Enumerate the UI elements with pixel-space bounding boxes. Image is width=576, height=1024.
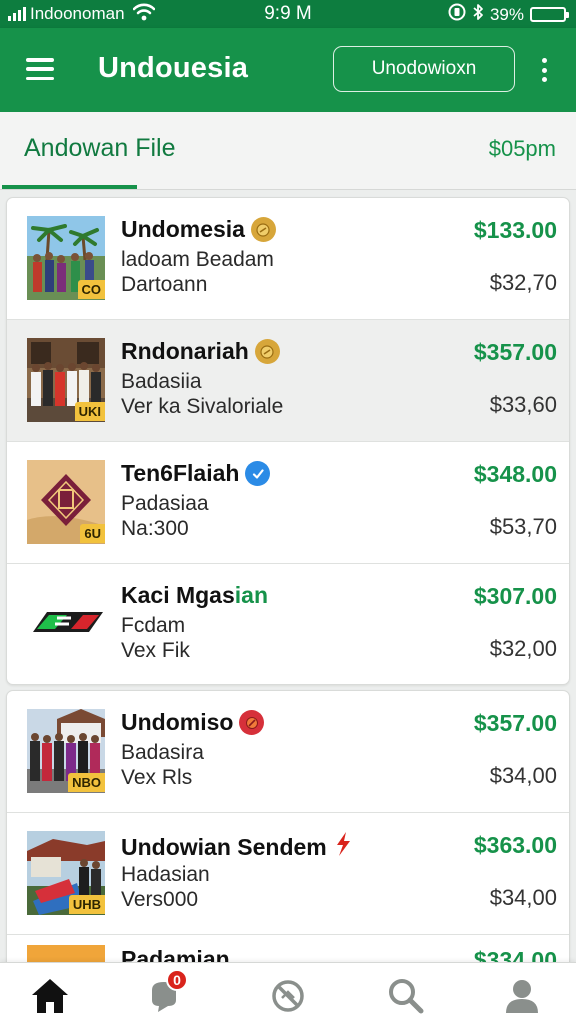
tab-andowan-file[interactable]: Andowan File <box>24 134 175 163</box>
section-header: Andowan File $05pm <box>0 112 576 190</box>
item-badge: UKI <box>74 402 105 421</box>
list-item[interactable]: UHB Undowian Sendem Hadasian Vers000 $36… <box>7 813 569 935</box>
item-thumbnail: CO <box>27 216 105 300</box>
header-time: $05pm <box>488 136 556 161</box>
item-detail: Dartoann <box>121 273 208 296</box>
red-medal-icon <box>239 710 265 735</box>
item-badge: CO <box>77 280 105 299</box>
bottom-nav: 0 <box>0 962 576 1024</box>
item-price: $357.00 <box>473 339 557 365</box>
status-bar: Indoonoman 9:9 M 39% <box>0 0 576 28</box>
item-name: Kaci Mgasian <box>121 582 268 608</box>
item-price: $348.00 <box>473 461 557 487</box>
app-title: Undouesia <box>98 52 249 84</box>
search-icon[interactable] <box>384 975 428 1017</box>
gold-coin-icon <box>254 339 280 364</box>
item-price: $357.00 <box>473 710 557 736</box>
item-thumbnail: NBO <box>27 709 105 793</box>
profile-icon[interactable] <box>500 975 544 1017</box>
item-detail: Ver ka Sivaloriale <box>121 395 284 418</box>
item-sub-price: $33,60 <box>489 392 557 417</box>
gold-coin-icon <box>250 217 276 242</box>
home-icon[interactable] <box>28 975 72 1017</box>
item-thumbnail: UKI <box>27 338 105 422</box>
bluetooth-icon <box>472 3 484 26</box>
tab-indicator <box>2 185 137 189</box>
list-card: NBO Undomiso Badasira Vex Rls $357.00 $3… <box>6 690 570 980</box>
item-detail: Vex Fik <box>121 639 190 662</box>
item-detail: Na:300 <box>121 517 189 540</box>
item-sub-price: $32,70 <box>489 270 557 295</box>
notification-icon[interactable]: 0 <box>142 969 188 1017</box>
rotation-lock-icon <box>448 3 466 26</box>
notification-badge: 0 <box>166 969 188 991</box>
app-bar: Undouesia Unodowioxn <box>0 28 576 112</box>
battery-icon <box>530 7 569 22</box>
item-name: Undomiso <box>121 709 265 736</box>
blocked-icon[interactable] <box>266 975 310 1017</box>
item-price: $307.00 <box>473 583 557 609</box>
red-lightning-icon <box>333 831 353 863</box>
item-badge: UHB <box>68 895 105 914</box>
item-thumbnail: 6U <box>27 460 105 544</box>
item-badge: 6U <box>80 524 105 543</box>
item-sub-price: $34,00 <box>489 763 557 788</box>
item-thumbnail: UHB <box>27 831 105 915</box>
item-sub-price: $34,00 <box>489 885 557 910</box>
list-item[interactable]: NBO Undomiso Badasira Vex Rls $357.00 $3… <box>7 691 569 813</box>
item-detail: Vex Rls <box>121 766 193 789</box>
item-name: Rndonariah <box>121 338 280 365</box>
item-subtitle: Fcdam <box>121 614 186 637</box>
item-subtitle: ladoam Beadam <box>121 248 274 271</box>
item-subtitle: Badasira <box>121 741 204 764</box>
item-detail: Vers000 <box>121 888 199 911</box>
item-sub-price: $32,00 <box>489 636 557 661</box>
verified-check-icon <box>245 461 271 486</box>
list-item[interactable]: Kaci Mgasian Fcdam Vex Fik $307.00 $32,0… <box>7 564 569 684</box>
item-name: Undowian Sendem <box>121 831 353 863</box>
item-price: $133.00 <box>473 217 557 243</box>
item-badge: NBO <box>68 773 105 792</box>
list-card: CO Undomesia ladoam Beadam Dartoann $133… <box>6 197 570 685</box>
item-subtitle: Badasiia <box>121 370 202 393</box>
more-options-icon[interactable] <box>540 58 548 82</box>
item-name: Undomesia <box>121 216 276 243</box>
item-logo <box>27 582 105 666</box>
hamburger-menu-icon[interactable] <box>26 58 54 80</box>
item-sub-price: $53,70 <box>489 514 557 539</box>
battery-percent: 39% <box>489 4 524 24</box>
item-subtitle: Hadasian <box>121 863 210 886</box>
list-item[interactable]: CO Undomesia ladoam Beadam Dartoann $133… <box>7 198 569 320</box>
list-item[interactable]: 6U Ten6Flaiah Padasiaa Na:300 $348.00 $5… <box>7 442 569 564</box>
item-price: $363.00 <box>473 832 557 858</box>
item-name: Ten6Flaiah <box>121 460 271 487</box>
list-item[interactable]: UKI Rndonariah Badasiia Ver ka Sivaloria… <box>7 320 569 442</box>
app-bar-action-button[interactable]: Unodowioxn <box>333 46 515 92</box>
item-subtitle: Padasiaa <box>121 492 209 515</box>
status-right: 39% <box>448 3 569 26</box>
